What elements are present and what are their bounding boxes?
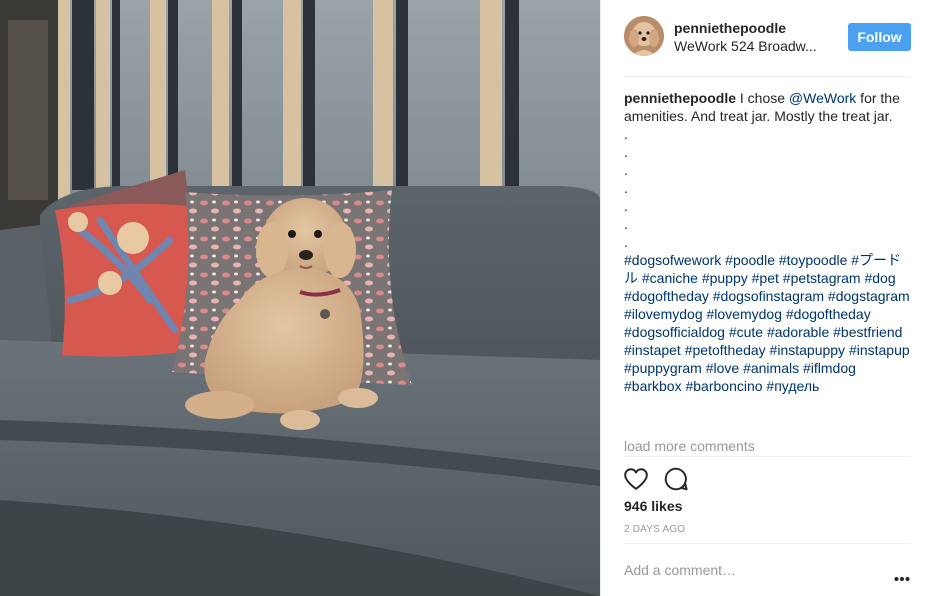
post-photo[interactable]: [0, 0, 600, 596]
avatar-image: [624, 16, 664, 56]
header-divider: [624, 76, 911, 77]
post-side-panel: penniethepoodle WeWork 524 Broadw... Fol…: [600, 0, 932, 596]
load-more-comments-link[interactable]: load more comments: [624, 438, 755, 454]
hashtags[interactable]: #dogsofwework #poodle #toypoodle #プードル #…: [624, 251, 911, 395]
caption-username-link[interactable]: penniethepoodle: [624, 90, 736, 106]
caption: penniethepoodle I chose @WeWork for the …: [624, 89, 911, 395]
caption-dot: .: [624, 162, 628, 178]
comment-icon[interactable]: [663, 466, 689, 492]
caption-dot: .: [624, 234, 628, 250]
comments-divider: [624, 456, 911, 457]
avatar[interactable]: [624, 16, 664, 56]
dog-on-couch-image: [0, 0, 600, 596]
caption-text: I chose: [739, 90, 789, 106]
caption-dot: .: [624, 198, 628, 214]
follow-button[interactable]: Follow: [848, 23, 911, 51]
caption-dot: .: [624, 144, 628, 160]
comment-box-divider: [624, 543, 911, 544]
username-link[interactable]: penniethepoodle: [674, 20, 786, 36]
likes-count[interactable]: 946 likes: [624, 498, 682, 514]
caption-dots: . . . . . . .: [624, 125, 911, 251]
caption-dot: .: [624, 216, 628, 232]
location-link[interactable]: WeWork 524 Broadw...: [674, 38, 834, 54]
add-comment-input[interactable]: [624, 562, 844, 578]
heart-icon[interactable]: [623, 466, 649, 492]
caption-dot: .: [624, 126, 628, 142]
post-timestamp[interactable]: 2 DAYS AGO: [624, 524, 685, 535]
caption-mention-link[interactable]: @WeWork: [789, 90, 856, 106]
caption-dot: .: [624, 180, 628, 196]
post-header: penniethepoodle WeWork 524 Broadw... Fol…: [624, 16, 911, 60]
more-options-icon[interactable]: [894, 569, 910, 581]
